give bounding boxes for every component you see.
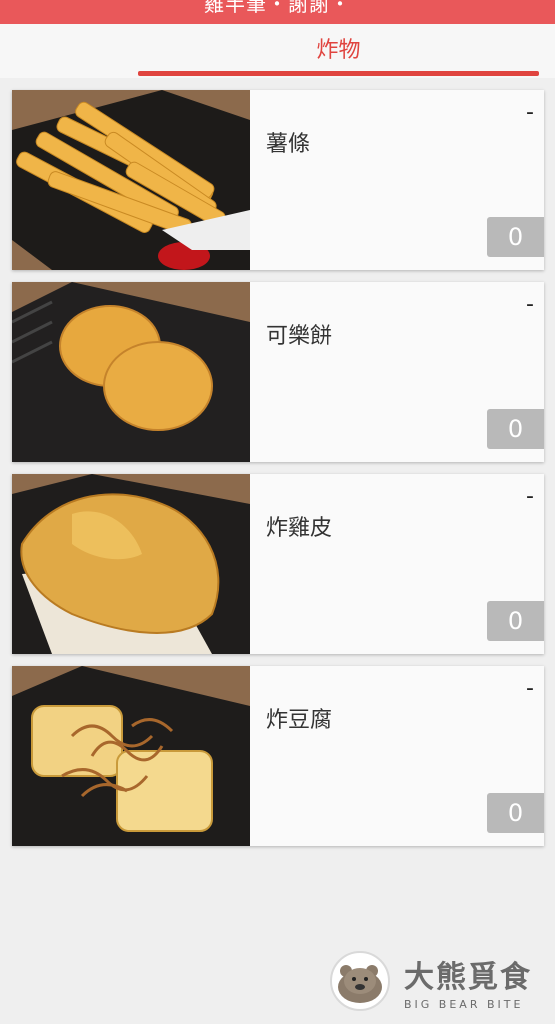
quantity-badge[interactable]: 0 [487,217,544,257]
tab-fried[interactable]: 炸物 [138,32,539,64]
menu-item-chicken-skin[interactable]: 炸雞皮 - 0 [12,474,544,654]
decrease-button[interactable]: - [526,292,534,317]
item-info: 可樂餅 - 0 [250,282,544,462]
quantity-badge[interactable]: 0 [487,601,544,641]
item-info: 炸雞皮 - 0 [250,474,544,654]
watermark-english: BIG BEAR BITE [404,997,524,1011]
fried-tofu-image [12,666,250,846]
watermark-chinese: 大熊覓食 [404,959,532,995]
header-title: 雞半筆・謝謝・ [204,0,351,16]
bear-mascot-icon [330,951,390,1011]
category-tab-bar: 炸物 [0,24,555,78]
item-info: 薯條 - 0 [250,90,544,270]
item-info: 炸豆腐 - 0 [250,666,544,846]
decrease-button[interactable]: - [526,676,534,701]
quantity-badge[interactable]: 0 [487,409,544,449]
active-tab-indicator [138,71,539,76]
menu-item-fried-tofu[interactable]: 炸豆腐 - 0 [12,666,544,846]
quantity-badge[interactable]: 0 [487,793,544,833]
menu-item-fries[interactable]: 薯條 - 0 [12,90,544,270]
item-name: 炸雞皮 [266,516,333,541]
decrease-button[interactable]: - [526,100,534,125]
croquette-image [12,282,250,462]
item-name: 薯條 [266,132,311,157]
watermark-logo: 大熊覓食 BIG BEAR BITE [330,948,545,1014]
chicken-skin-image [12,474,250,654]
decrease-button[interactable]: - [526,484,534,509]
top-header-bar: 雞半筆・謝謝・ [0,0,555,24]
fries-image [12,90,250,270]
menu-item-croquette[interactable]: 可樂餅 - 0 [12,282,544,462]
item-name: 炸豆腐 [266,708,333,733]
item-name: 可樂餅 [266,324,333,349]
